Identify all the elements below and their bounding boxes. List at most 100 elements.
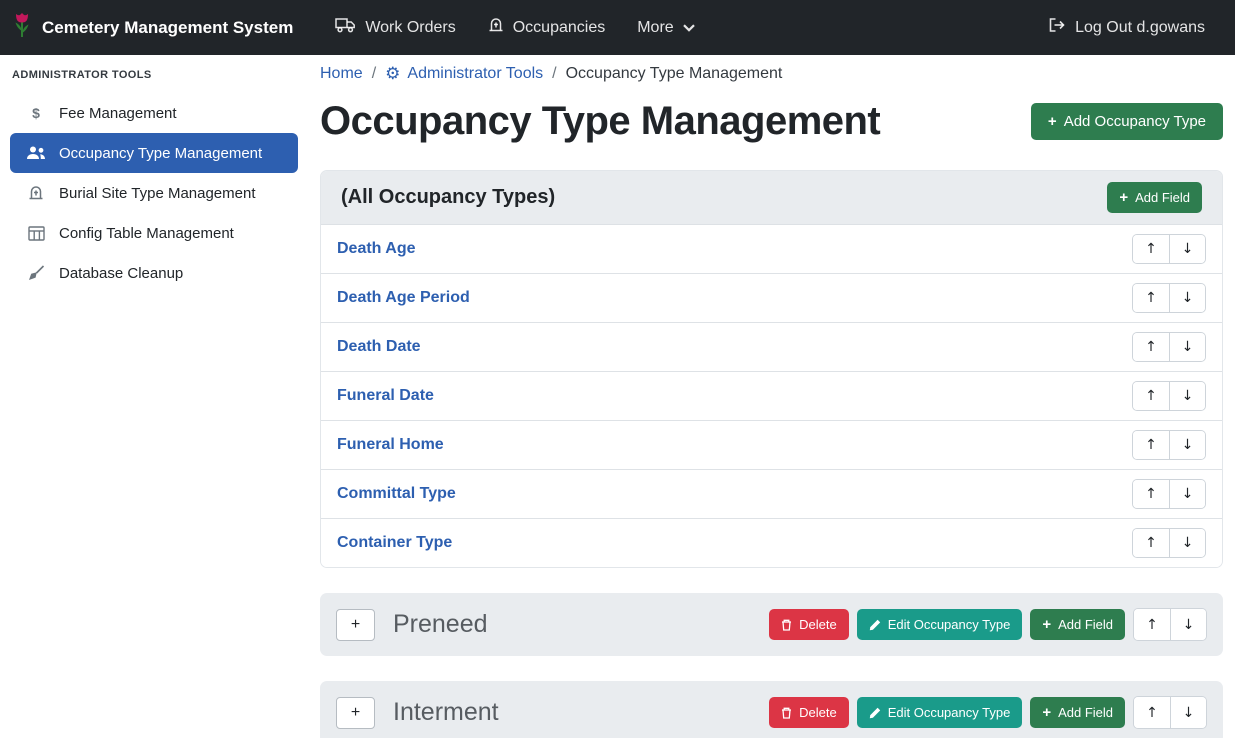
move-up-button[interactable]: ↑ xyxy=(1134,697,1170,728)
reorder-group: ↑ ↓ xyxy=(1132,479,1206,509)
move-up-button[interactable]: ↑ xyxy=(1133,431,1169,459)
sidebar-item-fee-management[interactable]: $ Fee Management xyxy=(10,93,298,133)
edit-occupancy-type-button[interactable]: Edit Occupancy Type xyxy=(857,609,1023,640)
field-link[interactable]: Death Age xyxy=(337,240,416,258)
breadcrumb-home[interactable]: Home xyxy=(320,65,363,83)
logout-label: Log Out d.gowans xyxy=(1075,19,1205,37)
move-down-button[interactable]: ↓ xyxy=(1170,609,1206,640)
section-title: Interment xyxy=(393,698,499,727)
button-label: Delete xyxy=(799,617,837,632)
plus-icon: + xyxy=(1048,114,1057,129)
move-down-button[interactable]: ↓ xyxy=(1169,284,1205,312)
sidebar-item-label: Burial Site Type Management xyxy=(59,185,256,202)
move-up-button[interactable]: ↑ xyxy=(1133,235,1169,263)
add-field-button[interactable]: + Add Field xyxy=(1030,697,1125,728)
all-types-card-header: (All Occupancy Types) + Add Field xyxy=(321,171,1222,225)
button-label: Delete xyxy=(799,705,837,720)
move-up-button[interactable]: ↑ xyxy=(1133,480,1169,508)
sidebar-item-label: Fee Management xyxy=(59,105,177,122)
field-row: Death Age Period ↑ ↓ xyxy=(321,274,1222,323)
field-row: Death Date ↑ ↓ xyxy=(321,323,1222,372)
move-up-button[interactable]: ↑ xyxy=(1133,284,1169,312)
trash-icon xyxy=(781,707,792,719)
field-link[interactable]: Funeral Date xyxy=(337,387,434,405)
breadcrumb-separator: / xyxy=(372,65,376,83)
field-row: Container Type ↑ ↓ xyxy=(321,519,1222,567)
field-link[interactable]: Death Age Period xyxy=(337,289,470,307)
occupancy-type-section-interment: + Interment Delete xyxy=(320,681,1223,738)
delete-button[interactable]: Delete xyxy=(769,609,849,640)
move-down-button[interactable]: ↓ xyxy=(1169,235,1205,263)
section-actions: Delete Edit Occupancy Type + Add Field ↑ xyxy=(769,608,1207,641)
field-row: Death Age ↑ ↓ xyxy=(321,225,1222,274)
button-label: Add Field xyxy=(1058,617,1113,632)
chevron-down-icon xyxy=(683,19,695,37)
tombstone-icon xyxy=(488,17,504,38)
field-row: Funeral Date ↑ ↓ xyxy=(321,372,1222,421)
edit-occupancy-type-button[interactable]: Edit Occupancy Type xyxy=(857,697,1023,728)
admin-tools-sidebar: Administrator Tools $ Fee Management Occ… xyxy=(0,55,308,738)
field-link[interactable]: Funeral Home xyxy=(337,436,444,454)
pencil-icon xyxy=(869,707,881,719)
pencil-icon xyxy=(869,619,881,631)
nav-work-orders[interactable]: Work Orders xyxy=(319,0,471,55)
add-field-button[interactable]: + Add Field xyxy=(1030,609,1125,640)
gear-icon: ⚙ xyxy=(385,66,400,83)
breadcrumb: Home / ⚙ Administrator Tools / Occupancy… xyxy=(320,65,1223,83)
plus-icon: + xyxy=(1119,190,1128,205)
app-title: Cemetery Management System xyxy=(42,18,293,38)
move-down-button[interactable]: ↓ xyxy=(1169,431,1205,459)
reorder-group: ↑ ↓ xyxy=(1132,528,1206,558)
nav-label: Occupancies xyxy=(513,19,606,37)
move-down-button[interactable]: ↓ xyxy=(1169,480,1205,508)
button-label: Add Field xyxy=(1058,705,1113,720)
move-down-button[interactable]: ↓ xyxy=(1170,697,1206,728)
sidebar-item-occupancy-type-management[interactable]: Occupancy Type Management xyxy=(10,133,298,173)
nav-label: Work Orders xyxy=(365,19,455,37)
nav-occupancies[interactable]: Occupancies xyxy=(472,0,622,55)
main-content: Home / ⚙ Administrator Tools / Occupancy… xyxy=(308,55,1235,738)
breadcrumb-admin-tools[interactable]: ⚙ Administrator Tools xyxy=(385,65,543,83)
page-title: Occupancy Type Management xyxy=(320,99,880,144)
move-down-button[interactable]: ↓ xyxy=(1169,382,1205,410)
field-link[interactable]: Container Type xyxy=(337,534,452,552)
logout-icon xyxy=(1048,17,1066,38)
button-label: Edit Occupancy Type xyxy=(888,617,1011,632)
sidebar-item-burial-site-type-management[interactable]: Burial Site Type Management xyxy=(10,173,298,213)
move-down-button[interactable]: ↓ xyxy=(1169,529,1205,557)
logout-link[interactable]: Log Out d.gowans xyxy=(1032,0,1221,55)
section-actions: Delete Edit Occupancy Type + Add Field ↑ xyxy=(769,696,1207,729)
nav-more[interactable]: More xyxy=(621,0,710,55)
sidebar-item-config-table-management[interactable]: Config Table Management xyxy=(10,213,298,253)
move-up-button[interactable]: ↑ xyxy=(1133,382,1169,410)
sidebar-item-label: Database Cleanup xyxy=(59,265,183,282)
reorder-group: ↑ ↓ xyxy=(1133,608,1207,641)
add-occupancy-type-button[interactable]: + Add Occupancy Type xyxy=(1031,103,1223,140)
move-down-button[interactable]: ↓ xyxy=(1169,333,1205,361)
move-up-button[interactable]: ↑ xyxy=(1133,529,1169,557)
users-icon xyxy=(26,146,46,160)
dollar-icon: $ xyxy=(26,105,46,121)
breadcrumb-label: Administrator Tools xyxy=(407,65,543,83)
reorder-group: ↑ ↓ xyxy=(1132,430,1206,460)
field-link[interactable]: Death Date xyxy=(337,338,421,356)
tulip-logo-icon xyxy=(12,12,32,44)
card-title: (All Occupancy Types) xyxy=(341,186,555,209)
top-navbar: Cemetery Management System Work Orders O… xyxy=(0,0,1235,55)
field-link[interactable]: Committal Type xyxy=(337,485,456,503)
add-field-button[interactable]: + Add Field xyxy=(1107,182,1202,213)
reorder-group: ↑ ↓ xyxy=(1132,234,1206,264)
move-up-button[interactable]: ↑ xyxy=(1133,333,1169,361)
expand-button[interactable]: + xyxy=(336,609,375,641)
delete-button[interactable]: Delete xyxy=(769,697,849,728)
sidebar-item-database-cleanup[interactable]: Database Cleanup xyxy=(10,253,298,293)
all-occupancy-types-card: (All Occupancy Types) + Add Field Death … xyxy=(320,170,1223,568)
app-brand[interactable]: Cemetery Management System xyxy=(12,12,293,44)
sidebar-item-label: Occupancy Type Management xyxy=(59,145,262,162)
button-label: Add Occupancy Type xyxy=(1064,113,1206,130)
breadcrumb-current: Occupancy Type Management xyxy=(566,65,783,83)
reorder-group: ↑ ↓ xyxy=(1132,283,1206,313)
expand-button[interactable]: + xyxy=(336,697,375,729)
plus-icon: + xyxy=(1042,617,1051,632)
move-up-button[interactable]: ↑ xyxy=(1134,609,1170,640)
